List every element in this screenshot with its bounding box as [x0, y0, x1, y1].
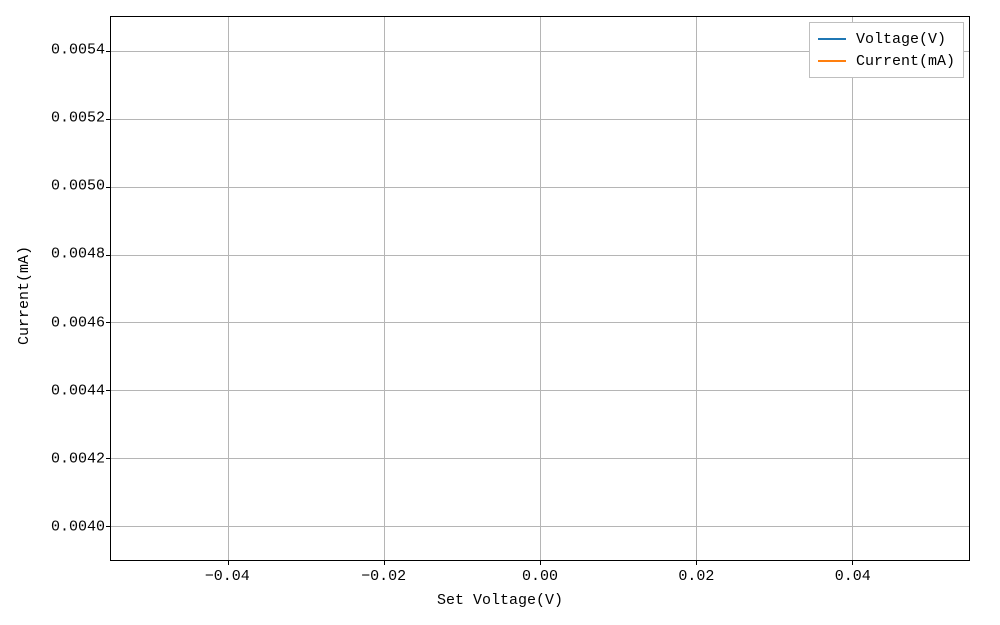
- tick-mark-y: [106, 51, 111, 52]
- y-tick-label: 0.0052: [51, 110, 105, 127]
- tick-mark-x: [540, 560, 541, 565]
- x-axis-label: Set Voltage(V): [0, 592, 1000, 609]
- x-tick-label: 0.04: [835, 568, 871, 585]
- y-tick-label: 0.0044: [51, 382, 105, 399]
- legend-label: Voltage(V): [856, 31, 946, 48]
- gridline-x: [852, 17, 853, 560]
- y-tick-label: 0.0054: [51, 42, 105, 59]
- y-tick-label: 0.0050: [51, 178, 105, 195]
- gridline-x: [384, 17, 385, 560]
- gridline-x: [540, 17, 541, 560]
- x-tick-label: −0.04: [205, 568, 250, 585]
- legend-swatch: [818, 38, 846, 40]
- legend-label: Current(mA): [856, 53, 955, 70]
- y-axis-label-text: Current(mA): [17, 246, 34, 345]
- tick-mark-y: [106, 187, 111, 188]
- tick-mark-y: [106, 322, 111, 323]
- tick-mark-y: [106, 255, 111, 256]
- tick-mark-y: [106, 390, 111, 391]
- y-tick-label: 0.0040: [51, 518, 105, 535]
- legend-swatch: [818, 60, 846, 62]
- x-axis-label-text: Set Voltage(V): [437, 592, 563, 609]
- y-tick-label: 0.0046: [51, 314, 105, 331]
- legend-item-voltage: Voltage(V): [818, 28, 955, 50]
- legend-item-current: Current(mA): [818, 50, 955, 72]
- tick-mark-y: [106, 119, 111, 120]
- tick-mark-x: [384, 560, 385, 565]
- y-tick-label: 0.0042: [51, 450, 105, 467]
- plot-area: Voltage(V) Current(mA): [110, 16, 970, 561]
- gridline-x: [228, 17, 229, 560]
- tick-mark-x: [696, 560, 697, 565]
- x-tick-label: −0.02: [361, 568, 406, 585]
- x-tick-label: 0.02: [678, 568, 714, 585]
- legend: Voltage(V) Current(mA): [809, 22, 964, 78]
- gridline-x: [696, 17, 697, 560]
- tick-mark-y: [106, 458, 111, 459]
- y-axis-label: Current(mA): [15, 0, 35, 625]
- tick-mark-y: [106, 526, 111, 527]
- chart-container: Voltage(V) Current(mA) 0.0040 0.0042 0.0…: [0, 0, 1000, 625]
- tick-mark-x: [852, 560, 853, 565]
- y-tick-label: 0.0048: [51, 246, 105, 263]
- tick-mark-x: [228, 560, 229, 565]
- x-tick-label: 0.00: [522, 568, 558, 585]
